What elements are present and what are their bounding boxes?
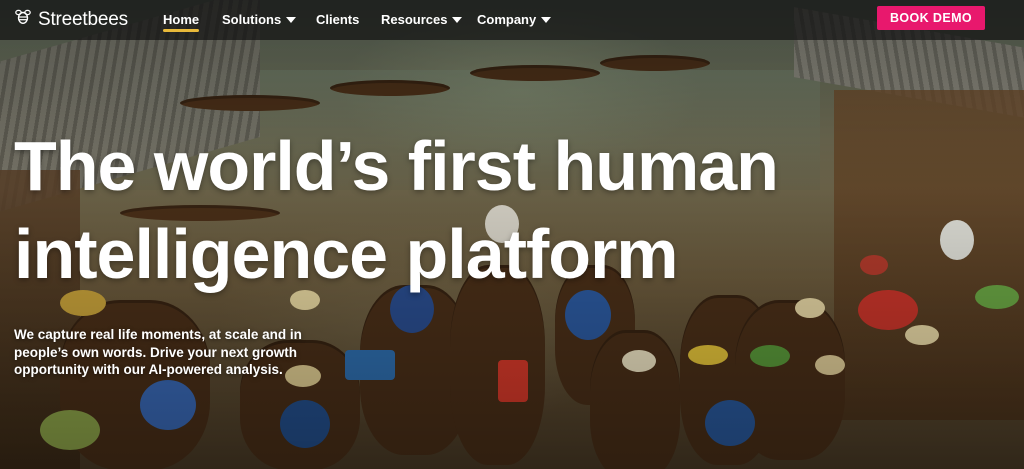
- brand-logo[interactable]: Streetbees: [14, 8, 128, 31]
- chevron-down-icon: [286, 16, 297, 23]
- nav-item-label: Solutions: [222, 12, 282, 27]
- headline-line-2: intelligence platform: [14, 215, 679, 293]
- nav-item-clients[interactable]: Clients: [316, 12, 359, 27]
- nav-item-home[interactable]: Home: [163, 12, 200, 32]
- headline-line-1: The world’s first human: [14, 127, 779, 205]
- nav-item-label: Resources: [381, 12, 448, 27]
- brand-name: Streetbees: [38, 8, 128, 30]
- chevron-down-icon: [452, 16, 463, 23]
- book-demo-button[interactable]: BOOK DEMO: [877, 6, 985, 30]
- nav-item-company[interactable]: Company: [477, 12, 552, 27]
- bee-icon: [14, 8, 32, 31]
- nav-item-resources[interactable]: Resources: [381, 12, 463, 27]
- nav-item-label: Clients: [316, 12, 360, 27]
- nav-item-solutions[interactable]: Solutions: [222, 12, 297, 27]
- hero-headline: The world’s first human intelligence pla…: [14, 122, 1014, 298]
- hero-subtext: We capture real life moments, at scale a…: [14, 327, 302, 377]
- nav-item-label: Company: [477, 12, 537, 27]
- chevron-down-icon: [541, 16, 552, 23]
- nav-item-label: Home: [163, 12, 200, 27]
- top-navigation: Streetbees Home Solutions Clients Resour…: [0, 0, 1024, 40]
